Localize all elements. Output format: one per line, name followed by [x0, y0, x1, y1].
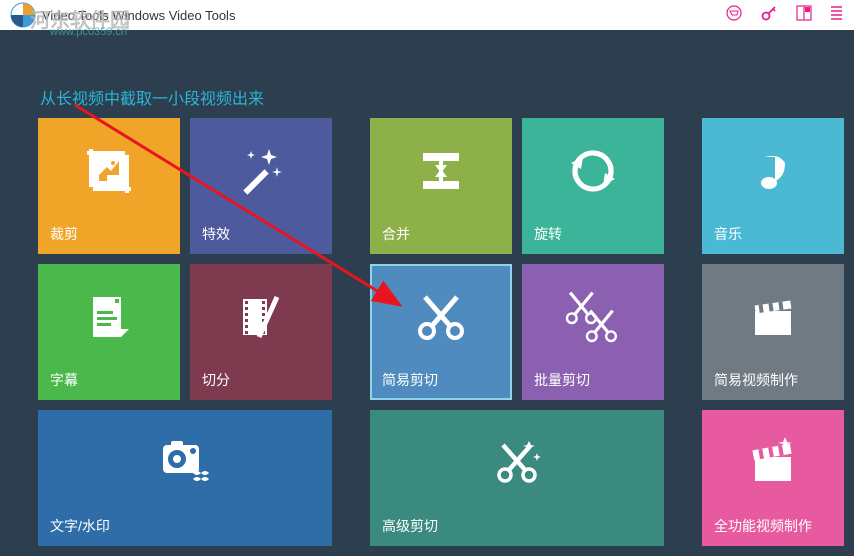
tile-split[interactable]: 切分 [190, 264, 332, 400]
window-title: Video Tools Windows Video Tools [42, 8, 235, 23]
key-icon[interactable] [760, 4, 778, 27]
tile-label: 旋转 [522, 224, 664, 244]
tile-subtitle[interactable]: 字幕 [38, 264, 180, 400]
effects-icon [190, 118, 332, 224]
tile-effects[interactable]: 特效 [190, 118, 332, 254]
tile-label: 批量剪切 [522, 370, 664, 390]
rotate-icon [522, 118, 664, 224]
tile-music[interactable]: 音乐 [702, 118, 844, 254]
full-video-icon [702, 410, 844, 516]
advanced-cut-icon [370, 410, 664, 516]
crop-icon [38, 118, 180, 224]
watermark-icon [38, 410, 332, 516]
tile-simple-video-make[interactable]: 简易视频制作 [702, 264, 844, 400]
split-icon [190, 264, 332, 370]
tile-full-video-make[interactable]: 全功能视频制作 [702, 410, 844, 546]
cart-icon[interactable] [726, 5, 742, 26]
tile-merge[interactable]: 合并 [370, 118, 512, 254]
tile-rotate[interactable]: 旋转 [522, 118, 664, 254]
tile-crop[interactable]: 裁剪 [38, 118, 180, 254]
music-icon [702, 118, 844, 224]
clapboard-icon [702, 264, 844, 370]
tile-label: 音乐 [702, 224, 844, 244]
tile-label: 字幕 [38, 370, 180, 390]
tile-label: 文字/水印 [38, 516, 332, 536]
app-logo [10, 2, 36, 28]
tile-batch-cut[interactable]: 批量剪切 [522, 264, 664, 400]
tile-label: 特效 [190, 224, 332, 244]
tile-advanced-cut[interactable]: 高级剪切 [370, 410, 664, 546]
layout-icon[interactable] [796, 5, 812, 26]
tile-label: 全功能视频制作 [702, 516, 844, 536]
scissors-icon [370, 264, 512, 370]
tile-text-watermark[interactable]: 文字/水印 [38, 410, 332, 546]
tile-label: 切分 [190, 370, 332, 390]
tile-label: 合并 [370, 224, 512, 244]
titlebar: Video Tools Windows Video Tools [0, 0, 854, 30]
batch-cut-icon [522, 264, 664, 370]
titlebar-actions [726, 4, 844, 27]
tile-simple-cut[interactable]: 简易剪切 [370, 264, 512, 400]
tile-label: 裁剪 [38, 224, 180, 244]
settings-icon[interactable] [830, 5, 844, 26]
tiles-grid: 裁剪 特效 合并 旋转 音乐 字幕 切分 [38, 118, 854, 556]
subtitle-icon [38, 264, 180, 370]
tile-label: 高级剪切 [370, 516, 664, 536]
merge-icon [370, 118, 512, 224]
tile-label: 简易视频制作 [702, 370, 844, 390]
annotation-text: 从长视频中截取一小段视频出来 [40, 85, 264, 109]
tile-label: 简易剪切 [370, 370, 512, 390]
